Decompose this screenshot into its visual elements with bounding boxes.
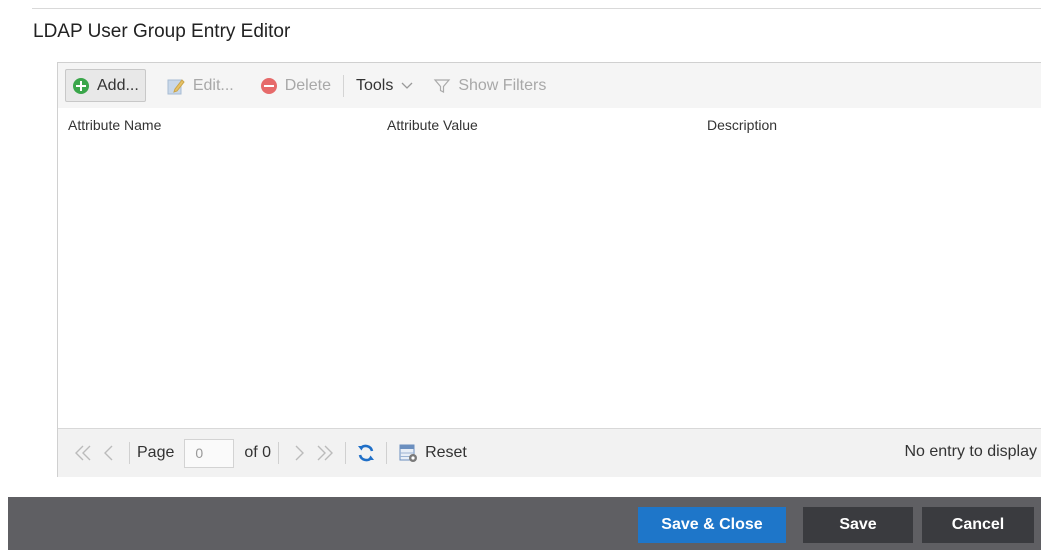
dialog-footer: Save & Close Save Cancel (8, 497, 1041, 550)
first-page-icon[interactable] (70, 438, 96, 468)
pager-separator (386, 442, 388, 464)
add-button-label: Add... (97, 76, 139, 94)
refresh-icon[interactable] (353, 438, 379, 468)
column-header-attribute-value[interactable]: Attribute Value (387, 117, 478, 133)
pager-separator (278, 442, 280, 464)
save-and-close-button[interactable]: Save & Close (638, 507, 786, 543)
grid-header-row: Attribute Name Attribute Value Descripti… (58, 108, 1041, 138)
previous-page-icon[interactable] (96, 438, 122, 468)
pencil-note-icon (166, 76, 186, 96)
show-filters-label: Show Filters (458, 76, 547, 94)
toolbar-separator (342, 74, 344, 97)
paging-status-text: No entry to display (904, 443, 1037, 460)
page-number-input[interactable] (184, 438, 235, 468)
delete-button[interactable]: Delete (254, 69, 337, 102)
show-filters-button[interactable]: Show Filters (427, 69, 552, 102)
column-header-attribute-name[interactable]: Attribute Name (68, 117, 161, 133)
plus-circle-icon (72, 77, 90, 95)
last-page-icon[interactable] (312, 438, 338, 468)
tools-menu-button[interactable]: Tools (350, 69, 419, 102)
reset-label: Reset (425, 444, 467, 461)
page-label: Page (137, 444, 175, 461)
pager-separator (129, 442, 130, 464)
column-header-description[interactable]: Description (707, 117, 777, 133)
minus-circle-icon (260, 77, 278, 95)
cancel-button[interactable]: Cancel (922, 507, 1034, 543)
reset-grid-icon (398, 443, 418, 463)
next-page-icon[interactable] (286, 438, 312, 468)
pager-separator (345, 442, 347, 464)
page-count-label: of 0 (244, 444, 272, 461)
add-button[interactable]: Add... (65, 69, 146, 102)
edit-button[interactable]: Edit... (160, 69, 240, 102)
edit-button-label: Edit... (192, 76, 234, 94)
grid-body-empty (58, 138, 1041, 428)
reset-button[interactable]: Reset (394, 437, 471, 470)
chevron-down-icon (401, 79, 413, 93)
top-divider (32, 8, 1041, 9)
save-button[interactable]: Save (803, 507, 913, 543)
grid-toolbar: Add... Edit... Delete Tools Show Filters (58, 63, 1041, 108)
delete-button-label: Delete (284, 76, 331, 94)
editor-title: LDAP User Group Entry Editor (33, 21, 291, 42)
funnel-icon (433, 77, 451, 95)
tools-menu-label: Tools (355, 76, 394, 94)
attribute-grid-panel: Add... Edit... Delete Tools Show Filters… (57, 62, 1041, 477)
paging-toolbar: Page of 0 (58, 428, 1041, 477)
